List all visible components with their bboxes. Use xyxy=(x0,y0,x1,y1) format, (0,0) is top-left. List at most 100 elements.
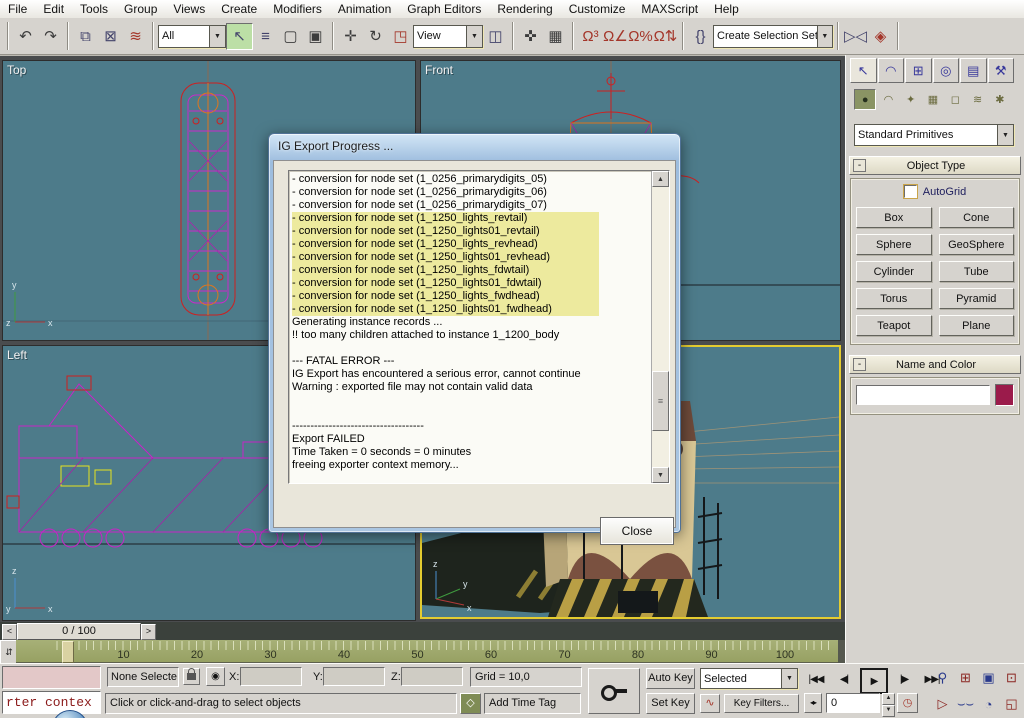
menu-item[interactable]: Create xyxy=(213,0,265,18)
previous-frame-arrow[interactable]: < xyxy=(2,624,17,640)
box-button[interactable]: Box xyxy=(856,207,932,228)
menu-item[interactable]: Modifiers xyxy=(265,0,330,18)
viewport-top-label[interactable]: Top xyxy=(7,63,26,77)
autogrid-checkbox[interactable] xyxy=(904,185,917,198)
plane-button[interactable]: Plane xyxy=(939,315,1015,336)
zoom-all-icon[interactable]: ⊞ xyxy=(955,666,976,690)
shapes-category-icon[interactable]: ◠ xyxy=(878,89,898,110)
geometry-category-icon[interactable]: ● xyxy=(854,89,876,110)
current-frame-field[interactable]: 0 xyxy=(826,693,880,713)
play-button[interactable]: ▶ xyxy=(860,668,888,694)
scroll-up-icon[interactable]: ▲ xyxy=(652,171,669,187)
add-time-tag[interactable]: Add Time Tag xyxy=(484,693,581,714)
menu-item[interactable]: File xyxy=(0,0,35,18)
select-and-scale-icon[interactable]: ◳ xyxy=(388,24,413,49)
close-button[interactable]: Close xyxy=(600,517,674,545)
keyboard-override-icon[interactable]: ▦ xyxy=(543,24,568,49)
tab-modify[interactable]: ◠ xyxy=(878,58,905,83)
spinner-up-icon[interactable]: ▲ xyxy=(882,693,895,705)
export-log[interactable]: - conversion for node set (1_0256_primar… xyxy=(288,170,670,484)
bind-to-space-warp-icon[interactable]: ≋ xyxy=(123,24,148,49)
redo-icon[interactable]: ↷ xyxy=(38,24,63,49)
menu-item[interactable]: Help xyxy=(706,0,747,18)
named-selection-dropdown[interactable]: Create Selection Set▼ xyxy=(713,25,833,48)
menu-item[interactable]: Rendering xyxy=(489,0,560,18)
time-configuration-button[interactable]: ◷ xyxy=(897,693,918,713)
menu-item[interactable]: Graph Editors xyxy=(399,0,489,18)
menu-item[interactable]: MAXScript xyxy=(633,0,706,18)
selection-filter-dropdown[interactable]: All▼ xyxy=(158,25,226,48)
percent-snap-icon[interactable]: Ω% xyxy=(628,24,653,49)
select-by-name-icon[interactable]: ≡ xyxy=(253,24,278,49)
collapse-icon[interactable]: - xyxy=(853,358,866,371)
maxscript-listener-macro-pane[interactable] xyxy=(2,666,101,689)
chevron-down-icon[interactable]: ▼ xyxy=(466,26,482,47)
chevron-down-icon[interactable]: ▼ xyxy=(781,669,797,688)
menu-item[interactable]: Views xyxy=(165,0,213,18)
next-frame-button[interactable]: |▶ xyxy=(892,668,916,690)
select-and-rotate-icon[interactable]: ↻ xyxy=(363,24,388,49)
cone-button[interactable]: Cone xyxy=(939,207,1015,228)
tube-button[interactable]: Tube xyxy=(939,261,1015,282)
dialog-titlebar[interactable]: IG Export Progress ... xyxy=(269,134,680,159)
spinner-snap-icon[interactable]: Ω⇅ xyxy=(653,24,678,49)
set-key-button[interactable]: Set Key xyxy=(646,693,695,714)
primitive-category-dropdown[interactable]: Standard Primitives ▼ xyxy=(854,124,1014,146)
min-max-toggle-icon[interactable]: ◱ xyxy=(1001,692,1022,716)
frame-spinner[interactable]: ▲▼ xyxy=(882,693,895,717)
go-to-start-button[interactable]: |◀◀ xyxy=(804,668,828,690)
align-icon[interactable]: ◈ xyxy=(868,24,893,49)
next-frame-arrow[interactable]: > xyxy=(141,624,156,640)
select-and-manipulate-icon[interactable]: ✜ xyxy=(518,24,543,49)
reference-coordinate-dropdown[interactable]: View▼ xyxy=(413,25,483,48)
pyramid-button[interactable]: Pyramid xyxy=(939,288,1015,309)
arc-rotate-icon[interactable]: ◔ xyxy=(978,692,999,716)
zoom-extents-icon[interactable]: ▣ xyxy=(978,666,999,690)
object-name-field[interactable] xyxy=(856,385,990,405)
rectangular-selection-region-icon[interactable]: ▢ xyxy=(278,24,303,49)
selection-lock-toggle[interactable] xyxy=(183,668,200,685)
log-scrollbar[interactable]: ▲ ≡ ▼ xyxy=(651,171,669,483)
maxscript-mini-listener[interactable]: rter contex xyxy=(2,691,101,714)
key-mode-toggle[interactable]: ◂▸ xyxy=(804,693,822,713)
adaptive-degradation-toggle[interactable]: ◇ xyxy=(460,693,481,714)
menu-item[interactable]: Tools xyxy=(72,0,116,18)
field-of-view-icon[interactable]: ▷ xyxy=(932,692,953,716)
name-color-rollout-header[interactable]: - Name and Color xyxy=(849,355,1021,374)
tab-display[interactable]: ▤ xyxy=(960,58,987,83)
key-filters-button[interactable]: Key Filters... xyxy=(724,694,799,713)
object-color-swatch[interactable] xyxy=(995,384,1014,406)
pan-icon[interactable]: ⌣⌣ xyxy=(955,692,976,716)
collapse-icon[interactable]: - xyxy=(853,159,866,172)
cameras-category-icon[interactable]: ▦ xyxy=(923,89,943,110)
select-object-icon[interactable]: ↖ xyxy=(226,23,253,50)
absolute-offset-toggle[interactable]: ◉ xyxy=(206,667,225,686)
undo-icon[interactable]: ↶ xyxy=(13,24,38,49)
viewport-left-label[interactable]: Left xyxy=(7,348,27,362)
select-and-move-icon[interactable]: ✛ xyxy=(338,24,363,49)
unlink-selection-icon[interactable]: ⊠ xyxy=(98,24,123,49)
snaps-toggle-icon[interactable]: Ω³ xyxy=(578,24,603,49)
zoom-extents-all-icon[interactable]: ⊡ xyxy=(1001,666,1022,690)
geosphere-button[interactable]: GeoSphere xyxy=(939,234,1015,255)
tab-motion[interactable]: ◎ xyxy=(933,58,960,83)
menu-item[interactable]: Group xyxy=(116,0,165,18)
use-pivot-point-icon[interactable]: ◫ xyxy=(483,24,508,49)
torus-button[interactable]: Torus xyxy=(856,288,932,309)
angle-snap-icon[interactable]: Ω∠ xyxy=(603,24,628,49)
time-slider-handle[interactable] xyxy=(62,641,74,663)
tab-create[interactable]: ↖ xyxy=(850,58,877,83)
scroll-thumb[interactable]: ≡ xyxy=(652,371,669,431)
y-coordinate-field[interactable] xyxy=(323,667,385,686)
viewport-front-label[interactable]: Front xyxy=(425,63,453,77)
chevron-down-icon[interactable]: ▼ xyxy=(817,26,832,47)
lights-category-icon[interactable]: ✦ xyxy=(901,89,921,110)
systems-category-icon[interactable]: ✱ xyxy=(990,89,1010,110)
chevron-down-icon[interactable]: ▼ xyxy=(209,26,225,47)
chevron-down-icon[interactable]: ▼ xyxy=(997,125,1013,145)
x-coordinate-field[interactable] xyxy=(240,667,302,686)
teapot-button[interactable]: Teapot xyxy=(856,315,932,336)
menu-item[interactable]: Customize xyxy=(561,0,634,18)
zoom-icon[interactable]: ⚲ xyxy=(932,666,953,690)
key-mode-dropdown[interactable]: Selected ▼ xyxy=(700,668,798,689)
